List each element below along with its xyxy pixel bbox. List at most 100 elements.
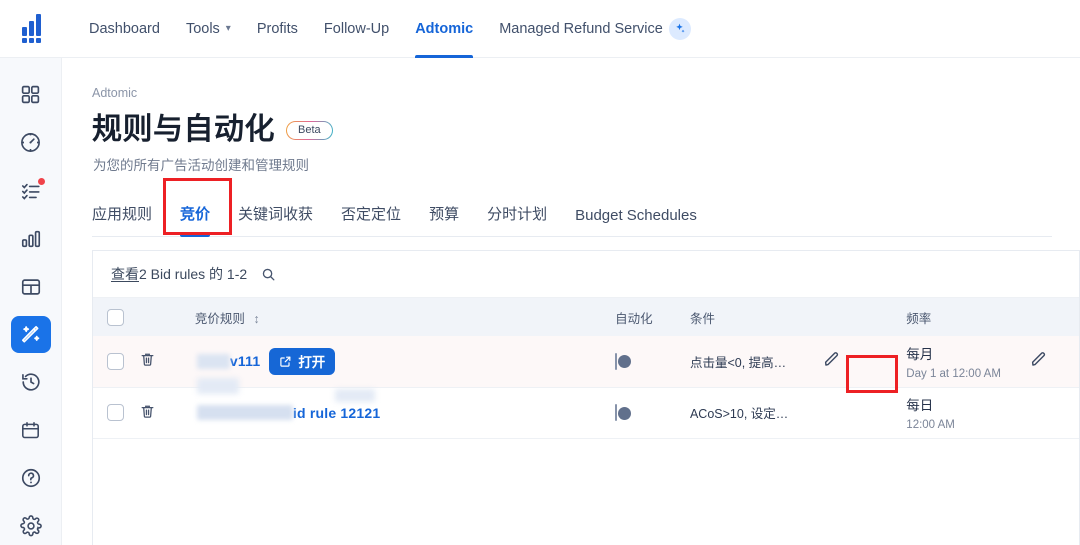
- row-condition-cell: 点击量<0, 提高竞...: [690, 336, 806, 387]
- toggle-knob: [617, 355, 631, 369]
- pencil-icon[interactable]: [822, 350, 841, 369]
- masked-rule-name: [196, 405, 293, 420]
- row-select-cell: [93, 387, 139, 438]
- nav-item-managed-refund-service[interactable]: Managed Refund Service: [486, 0, 704, 58]
- nav-label: Tools: [185, 20, 220, 37]
- sidebar-item-calendar[interactable]: [11, 411, 51, 449]
- masked-rule-name-overflow: [196, 377, 239, 394]
- automation-toggle[interactable]: [615, 404, 631, 421]
- app-root: Dashboard Tools ▾ Profits Follow-Up Adto…: [0, 0, 1080, 545]
- nav-item-follow-up[interactable]: Follow-Up: [311, 0, 402, 58]
- header-rule-name[interactable]: 竞价规则 ↕: [194, 298, 616, 336]
- tab-applied-rules[interactable]: 应用规则: [92, 203, 166, 236]
- header-delete: [138, 298, 195, 336]
- row-name-cell: id rule 12121: [195, 387, 615, 438]
- nav-label: Profits: [256, 20, 298, 37]
- sidebar-item-settings[interactable]: [11, 507, 51, 545]
- tab-bidding[interactable]: 竞价: [166, 203, 224, 237]
- sidebar-item-apps[interactable]: [11, 76, 51, 114]
- tab-label: 应用规则: [92, 206, 153, 223]
- sidebar-item-analytics[interactable]: [11, 220, 51, 258]
- sidebar-item-help[interactable]: [11, 459, 51, 497]
- frequency-sub: 12:00 AM: [906, 419, 955, 431]
- breadcrumb: Adtomic: [92, 86, 138, 100]
- tab-label: 预算: [429, 206, 460, 223]
- sidebar-item-tasks[interactable]: [11, 172, 51, 210]
- main-content: Adtomic 规则与自动化 Beta 为您的所有广告活动创建和管理规则 应用规…: [62, 58, 1080, 545]
- nav-label: Adtomic: [415, 20, 474, 37]
- tab-label: 竞价: [180, 206, 211, 223]
- pencil-icon[interactable]: [1029, 350, 1048, 369]
- rules-table: 竞价规则 ↕ 自动化 条件 频率 v111 打开 点击量<0, 提高竞... 每…: [93, 298, 1079, 439]
- tab-label: 关键词收获: [238, 206, 314, 223]
- sidebar-item-adtomic-rules[interactable]: [10, 315, 51, 354]
- nav-item-tools[interactable]: Tools ▾: [173, 0, 244, 58]
- row-condition-edit-cell: [806, 336, 906, 387]
- nav-label: Follow-Up: [323, 20, 390, 37]
- frequency-main: 每月: [906, 346, 934, 362]
- header-rule-name-label: 竞价规则: [194, 311, 245, 326]
- frequency-main: 每日: [906, 398, 934, 413]
- page-subtitle: 为您的所有广告活动创建和管理规则: [93, 158, 309, 173]
- rules-table-card: 查看 2 Bid rules 的 1-2 竞价规则 ↕ 自动化 条件 频率 v1…: [92, 250, 1080, 545]
- row-delete-cell: [139, 387, 195, 438]
- table-body: v111 打开 点击量<0, 提高竞... 每月 Day 1 at 12:00 …: [93, 336, 1079, 438]
- condition-text: 点击量<0, 提高竞...: [689, 355, 796, 370]
- tab-label: 否定定位: [341, 206, 402, 223]
- row-delete-cell: [139, 336, 195, 387]
- masked-rule-name-overflow: [334, 388, 375, 402]
- row-select-cell: [93, 336, 139, 387]
- open-button[interactable]: 打开: [269, 347, 336, 375]
- tab-bar: 应用规则 竞价 关键词收获 否定定位 预算 分时计划 Budget Schedu…: [92, 193, 1052, 237]
- row-frequency-edit-cell: [1029, 387, 1079, 438]
- nav-item-profits[interactable]: Profits: [244, 0, 311, 58]
- row-frequency-cell: 每月 Day 1 at 12:00 AM: [906, 336, 1029, 387]
- row-automation-cell: [615, 387, 690, 438]
- tab-budget[interactable]: 预算: [415, 203, 473, 236]
- row-frequency-edit-cell: [1029, 336, 1079, 387]
- sidebar-item-tables[interactable]: [11, 268, 51, 306]
- header-condition-edit: [806, 298, 907, 336]
- tab-budget-schedules[interactable]: Budget Schedules: [561, 207, 711, 236]
- row-checkbox[interactable]: [107, 352, 124, 370]
- filter-view-label[interactable]: 查看: [111, 264, 139, 284]
- automation-toggle[interactable]: [615, 352, 631, 370]
- filter-count-text: 2 Bid rules 的 1-2: [139, 266, 248, 282]
- select-all-checkbox[interactable]: [107, 308, 124, 326]
- tab-negative-targeting[interactable]: 否定定位: [327, 203, 415, 236]
- search-icon[interactable]: [261, 267, 276, 282]
- tab-label: Budget Schedules: [575, 207, 697, 224]
- toggle-knob: [617, 406, 631, 420]
- frequency-sub: Day 1 at 12:00 AM: [906, 367, 1001, 380]
- trash-icon[interactable]: [139, 403, 156, 420]
- table-row[interactable]: v111 打开 点击量<0, 提高竞... 每月 Day 1 at 12:00 …: [93, 336, 1079, 394]
- table-filter-bar: 查看 2 Bid rules 的 1-2: [93, 251, 1079, 298]
- header-select: [93, 298, 139, 336]
- sidebar-item-dashboard[interactable]: [11, 124, 51, 162]
- nav-item-adtomic[interactable]: Adtomic: [402, 0, 486, 58]
- logo-dots-icon: [21, 38, 41, 43]
- active-tab-indicator: [180, 233, 211, 237]
- rule-name[interactable]: id rule 12121: [293, 405, 380, 421]
- row-condition-edit-cell: [806, 387, 906, 438]
- nav-item-dashboard[interactable]: Dashboard: [76, 0, 173, 58]
- condition-text: ACoS>10, 设定竞...: [689, 407, 796, 421]
- row-condition-cell: ACoS>10, 设定竞...: [690, 387, 806, 438]
- sidebar-item-history[interactable]: [11, 363, 51, 401]
- row-name-cell: v111 打开: [195, 336, 615, 394]
- tab-dayparting[interactable]: 分时计划: [473, 203, 561, 236]
- table-row[interactable]: id rule 12121 ACoS>10, 设定竞... 每日 12:00 A…: [93, 387, 1079, 438]
- external-link-icon: [279, 355, 292, 368]
- trash-icon[interactable]: [139, 351, 156, 368]
- sort-icon[interactable]: ↕: [253, 312, 259, 326]
- sparkle-icon[interactable]: [668, 17, 691, 40]
- row-checkbox[interactable]: [107, 404, 124, 421]
- logo-bars-icon: [21, 14, 41, 36]
- app-logo[interactable]: [0, 0, 62, 58]
- rule-name[interactable]: v111: [230, 353, 260, 369]
- header-condition: 条件: [689, 298, 807, 336]
- tab-keyword-harvest[interactable]: 关键词收获: [224, 203, 327, 236]
- nav-items: Dashboard Tools ▾ Profits Follow-Up Adto…: [76, 0, 704, 58]
- header-frequency-edit: [1029, 298, 1079, 336]
- row-automation-cell: [615, 336, 690, 387]
